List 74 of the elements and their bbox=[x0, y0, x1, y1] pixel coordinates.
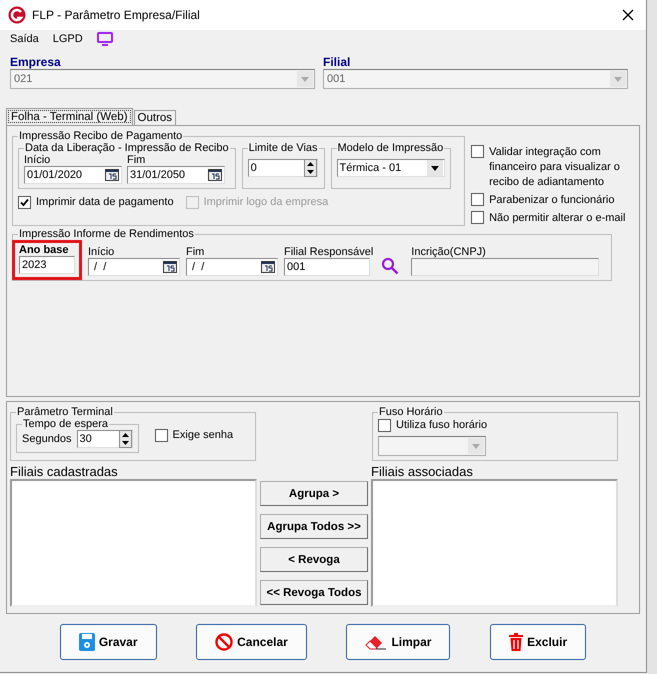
eraser-icon bbox=[365, 634, 388, 650]
checkbox-label: Imprimir data de pagamento bbox=[36, 195, 174, 210]
spinner-arrows-icon[interactable] bbox=[304, 159, 317, 177]
checkbox-label: Parabenizar o funcionário bbox=[489, 193, 614, 208]
dropdown-field[interactable]: 001 bbox=[323, 69, 628, 89]
search-icon[interactable] bbox=[381, 257, 400, 275]
field-label: Início bbox=[88, 246, 116, 258]
prohibited-icon bbox=[215, 633, 234, 651]
group-title: Limite de Vias bbox=[248, 142, 319, 154]
group-title: Impressão Recibo de Pagamento bbox=[18, 130, 184, 142]
date-field[interactable]: / / bbox=[186, 258, 278, 276]
group-title: Fuso Horário bbox=[378, 406, 444, 418]
calendar-icon[interactable] bbox=[163, 261, 177, 273]
calendar-icon[interactable] bbox=[105, 169, 119, 181]
number-field[interactable]: 30 bbox=[76, 430, 133, 448]
transfer-button[interactable]: Agrupa > bbox=[260, 481, 368, 506]
field-label: Fim bbox=[186, 246, 206, 258]
date-field[interactable]: / / bbox=[88, 258, 180, 276]
checkbox[interactable] bbox=[471, 211, 484, 224]
menu-item[interactable]: LGPD bbox=[52, 33, 83, 45]
action-button[interactable]: Cancelar bbox=[196, 624, 307, 660]
action-button[interactable]: Excluir bbox=[490, 624, 586, 660]
transfer-button[interactable]: < Revoga bbox=[260, 547, 368, 572]
close-icon[interactable] bbox=[622, 9, 634, 21]
field-label: Incrição(CNPJ) bbox=[411, 246, 487, 258]
year-field[interactable]: 2023 bbox=[19, 256, 75, 274]
dropdown-caret-icon[interactable] bbox=[426, 160, 443, 176]
calendar-icon[interactable] bbox=[261, 261, 275, 273]
group-title: Impressão Informe de Rendimentos bbox=[18, 228, 195, 240]
field-label: Empresa bbox=[10, 55, 62, 69]
field-label: Segundos bbox=[22, 433, 72, 445]
menu-item[interactable]: Saída bbox=[10, 33, 39, 45]
checkbox-label: Validar integração com financeiro para visualizar o recibo de adiantamento bbox=[489, 145, 621, 190]
group-title: Data da Liberação - Impressão de Recibo bbox=[24, 142, 230, 154]
checkbox[interactable] bbox=[471, 145, 484, 158]
field-label: Filial bbox=[323, 55, 352, 69]
list-box[interactable] bbox=[371, 479, 618, 607]
field-label: Início bbox=[24, 154, 52, 166]
field-label: Filial Responsável bbox=[284, 246, 374, 258]
checkbox[interactable] bbox=[471, 193, 484, 206]
dropdown-field[interactable]: Térmica - 01 bbox=[336, 159, 445, 177]
group-title: Parâmetro Terminal bbox=[16, 406, 114, 418]
date-field[interactable]: 01/01/2020 bbox=[24, 166, 122, 184]
field-label: Ano base bbox=[19, 244, 70, 256]
checkbox-label: Não permitir alterar o e-mail bbox=[489, 211, 626, 226]
dropdown-field[interactable]: 021 bbox=[10, 69, 315, 89]
checkbox-label: Exige senha bbox=[172, 428, 234, 443]
list-label: Filiais associadas bbox=[371, 464, 474, 479]
transfer-button[interactable]: << Revoga Todos bbox=[260, 580, 368, 605]
checkbox[interactable] bbox=[378, 419, 391, 432]
spinner-arrows-icon[interactable] bbox=[118, 430, 132, 448]
app-logo-icon bbox=[8, 6, 26, 24]
transfer-button[interactable]: Agrupa Todos >> bbox=[260, 514, 368, 539]
action-button[interactable]: Limpar bbox=[346, 624, 450, 660]
checkbox[interactable] bbox=[18, 196, 31, 209]
branch-field[interactable]: 001 bbox=[284, 258, 370, 276]
action-button[interactable]: Gravar bbox=[60, 624, 157, 660]
calendar-icon[interactable] bbox=[208, 169, 222, 181]
field-label: Fim bbox=[127, 154, 146, 166]
number-field[interactable]: 0 bbox=[248, 159, 318, 177]
window-title: FLP - Parâmetro Empresa/Filial bbox=[32, 8, 201, 22]
tab[interactable]: Outros bbox=[134, 110, 176, 125]
tab[interactable]: Folha - Terminal (Web) bbox=[6, 108, 133, 125]
group-title: Modelo de Impressão bbox=[336, 142, 444, 154]
monitor-icon[interactable] bbox=[96, 32, 113, 46]
list-box[interactable] bbox=[10, 479, 257, 607]
list-label: Filiais cadastradas bbox=[10, 464, 119, 479]
group-title: Tempo de espera bbox=[22, 418, 109, 430]
dropdown-field[interactable] bbox=[378, 436, 486, 456]
checkbox-label: Utiliza fuso horário bbox=[396, 418, 488, 433]
checkbox-label: Imprimir logo da empresa bbox=[204, 195, 328, 210]
trash-icon bbox=[509, 633, 524, 651]
date-field[interactable]: 31/01/2050 bbox=[127, 166, 225, 184]
checkbox[interactable] bbox=[154, 429, 168, 442]
